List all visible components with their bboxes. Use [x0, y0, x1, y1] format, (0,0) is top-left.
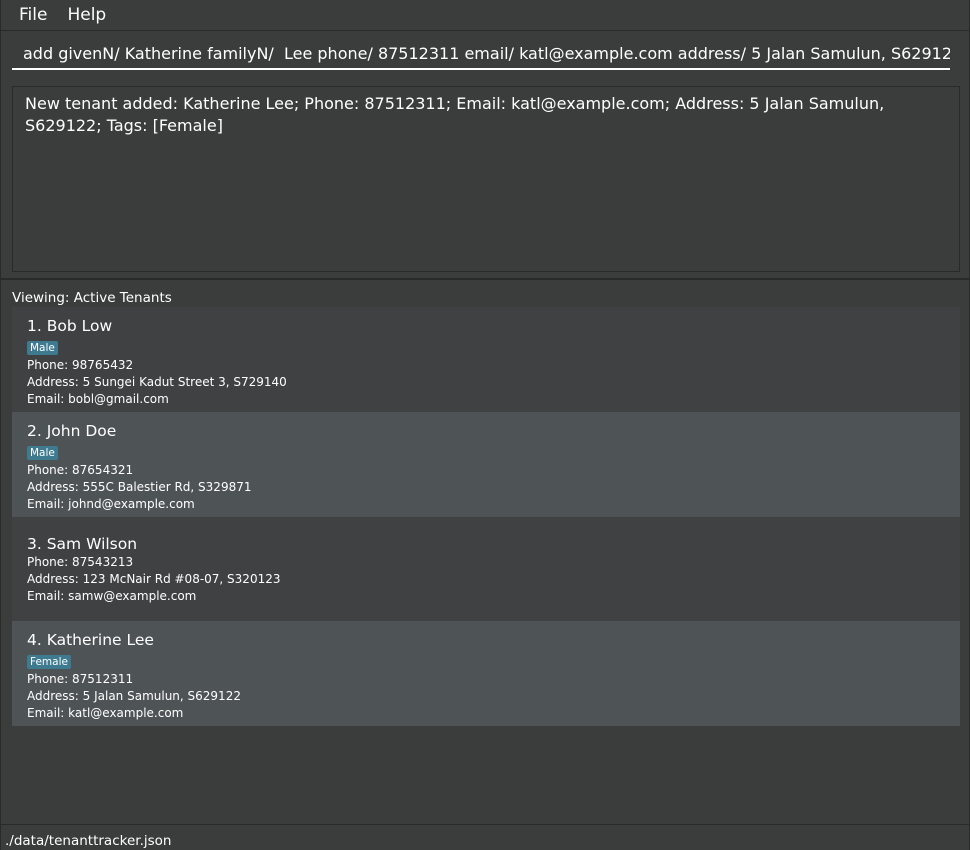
- tenant-tag: Male: [27, 341, 58, 355]
- tenant-name: 2. John Doe: [27, 422, 117, 440]
- tenant-name: 4. Katherine Lee: [27, 631, 154, 649]
- command-box: [1, 32, 969, 76]
- tenant-name: 1. Bob Low: [27, 317, 113, 335]
- tenant-card-2[interactable]: 2. John Doe Male Phone: 87654321 Address…: [12, 412, 960, 517]
- tenant-name: 3. Sam Wilson: [27, 535, 138, 553]
- tenant-email: Email: johnd@example.com: [27, 497, 195, 511]
- tenant-phone: Phone: 87654321: [27, 463, 134, 477]
- tenant-card-1[interactable]: 1. Bob Low Male Phone: 98765432 Address:…: [12, 307, 960, 412]
- tenant-list[interactable]: 1. Bob Low Male Phone: 98765432 Address:…: [12, 307, 960, 726]
- divider: [1, 278, 969, 280]
- command-input[interactable]: [12, 38, 950, 70]
- menu-file[interactable]: File: [9, 0, 57, 31]
- tenant-email: Email: bobl@gmail.com: [27, 392, 169, 406]
- tenant-email: Email: katl@example.com: [27, 706, 184, 720]
- status-bar-save-path: ./data/tenanttracker.json: [1, 824, 969, 850]
- tenant-address: Address: 555C Balestier Rd, S329871: [27, 480, 252, 494]
- tenant-tag: Female: [27, 655, 71, 669]
- tenant-address: Address: 5 Sungei Kadut Street 3, S72914…: [27, 375, 287, 389]
- tenant-email: Email: samw@example.com: [27, 589, 197, 603]
- tenant-card-3[interactable]: 3. Sam Wilson Phone: 87543213 Address: 1…: [12, 517, 960, 621]
- list-title: Viewing: Active Tenants: [12, 290, 172, 306]
- tenant-address: Address: 5 Jalan Samulun, S629122: [27, 689, 241, 703]
- tenant-tag: Male: [27, 446, 58, 460]
- tenant-phone: Phone: 87543213: [27, 555, 134, 569]
- result-display: New tenant added: Katherine Lee; Phone: …: [12, 86, 960, 272]
- tenant-phone: Phone: 98765432: [27, 358, 134, 372]
- menu-bar: File Help: [1, 0, 969, 31]
- tenant-card-4[interactable]: 4. Katherine Lee Female Phone: 87512311 …: [12, 621, 960, 726]
- menu-help[interactable]: Help: [57, 0, 116, 31]
- app-window: File Help New tenant added: Katherine Le…: [0, 0, 970, 850]
- tenant-address: Address: 123 McNair Rd #08-07, S320123: [27, 572, 281, 586]
- tenant-phone: Phone: 87512311: [27, 672, 134, 686]
